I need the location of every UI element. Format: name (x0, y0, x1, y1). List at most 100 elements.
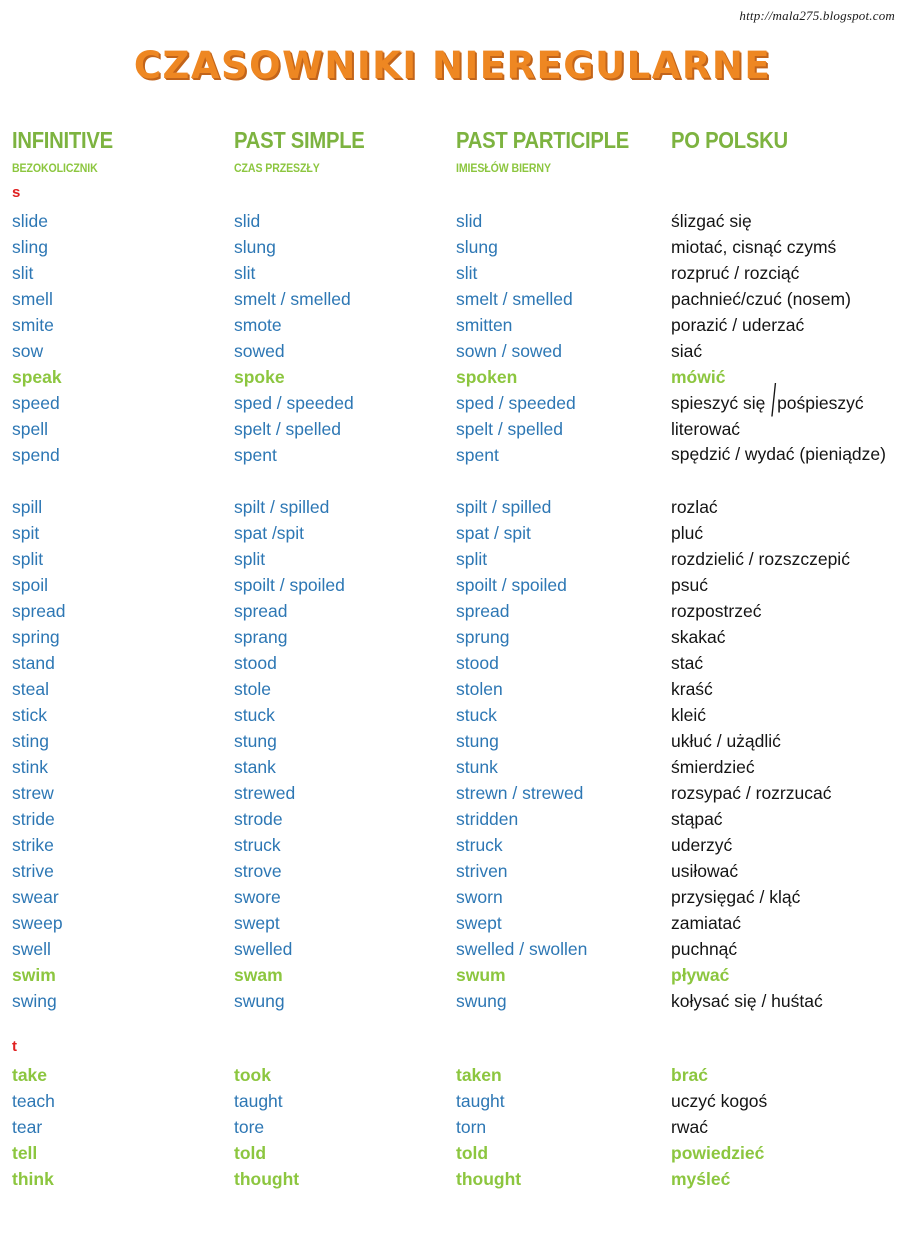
verb-translation: powiedzieć (671, 1143, 765, 1163)
verb-past-simple: spent (234, 445, 277, 465)
verb-infinitive: stride (12, 809, 55, 829)
section-letter-t: t (12, 1038, 17, 1055)
verb-infinitive: strew (12, 783, 54, 803)
table-row: swell swelled swelled / swollen puchnąć (0, 936, 905, 962)
verb-past-simple: taught (234, 1091, 283, 1111)
verb-translation: spędzić / wydać (pieniądze) (671, 444, 886, 464)
verb-infinitive: sting (12, 731, 49, 751)
table-row: strike struck struck uderzyć (0, 832, 905, 858)
verb-infinitive: think (12, 1169, 54, 1189)
verb-infinitive: swell (12, 939, 51, 959)
verb-past-participle: spent (456, 445, 499, 465)
verb-translation: stać (671, 653, 704, 673)
table-row: spit spat /spit spat / spit pluć (0, 520, 905, 546)
verb-translation: uczyć kogoś (671, 1091, 768, 1111)
verb-past-simple: told (234, 1143, 267, 1163)
column-header-past-simple: PAST SIMPLE CZAS PRZESZŁY (234, 128, 382, 175)
verb-translation: rozpostrzeć (671, 601, 762, 621)
column-header-infinitive-label: INFINITIVE (12, 127, 113, 153)
verb-translation: usiłować (671, 861, 739, 881)
table-row: teach taught taught uczyć kogoś (0, 1088, 905, 1114)
table-row: stink stank stunk śmierdzieć (0, 754, 905, 780)
verb-past-simple: stood (234, 653, 277, 673)
verb-infinitive: strive (12, 861, 54, 881)
verb-past-participle: striven (456, 861, 508, 881)
verb-past-simple: slung (234, 237, 276, 257)
verb-translation: psuć (671, 575, 708, 595)
table-row: sow sowed sown / sowed siać (0, 338, 905, 364)
verb-translation: ślizgać się (671, 211, 752, 231)
verb-past-participle: slid (456, 211, 483, 231)
column-header-po-polsku-label: PO POLSKU (671, 127, 788, 153)
verb-past-participle: taught (456, 1091, 505, 1111)
verb-past-participle: swept (456, 913, 502, 933)
verb-infinitive: speak (12, 367, 62, 387)
verb-translation: literować (671, 419, 741, 439)
verb-past-simple: took (234, 1065, 271, 1085)
verb-translation: kraść (671, 679, 713, 699)
table-row: swear swore sworn przysięgać / kląć (0, 884, 905, 910)
verb-infinitive: sling (12, 237, 48, 257)
verb-past-participle: strewn / strewed (456, 783, 584, 803)
verb-infinitive: stink (12, 757, 48, 777)
verb-past-participle: sped / speeded (456, 393, 576, 413)
table-row: spring sprang sprung skakać (0, 624, 905, 650)
verb-past-simple: struck (234, 835, 281, 855)
verb-infinitive: smite (12, 315, 54, 335)
verb-past-simple: stole (234, 679, 271, 699)
verb-translation: pływać (671, 965, 730, 985)
table-row: tell told told powiedzieć (0, 1140, 905, 1166)
verb-past-simple: split (234, 549, 266, 569)
section-letter-s: s (12, 184, 21, 201)
verb-translation: rwać (671, 1117, 708, 1137)
verb-past-simple: swung (234, 991, 285, 1011)
verb-past-participle: slit (456, 263, 478, 283)
verb-infinitive: take (12, 1065, 48, 1085)
verb-infinitive: tear (12, 1117, 43, 1137)
verb-translation: brać (671, 1065, 708, 1085)
column-header-past-participle-sublabel: IMIESŁÓW BIERNY (456, 161, 551, 176)
verb-past-simple: strove (234, 861, 282, 881)
verb-past-simple: strode (234, 809, 283, 829)
verb-past-participle: spoilt / spoiled (456, 575, 567, 595)
verb-translation: rozdzielić / rozszczepić (671, 549, 850, 569)
table-row: sling slung slung miotać, cisnąć czymś (0, 234, 905, 260)
table-row: spend spent spent spędzić / wydać (pieniądz… (0, 442, 905, 494)
verb-translation: myśleć (671, 1169, 731, 1189)
verb-infinitive: tell (12, 1143, 38, 1163)
verb-past-participle: split (456, 549, 488, 569)
verb-past-participle: spoken (456, 367, 518, 387)
table-row: strew strewed strewn / strewed rozsypać / r… (0, 780, 905, 806)
verb-translation: przysięgać / kląć (671, 887, 801, 907)
page-title: CZASOWNIKI NIEREGULARNE (133, 44, 772, 87)
verb-infinitive: spit (12, 523, 40, 543)
verb-past-participle: swum (456, 965, 506, 985)
table-row: smite smote smitten porazić / uderzać (0, 312, 905, 338)
verb-past-simple: swept (234, 913, 280, 933)
verb-translation: kleić (671, 705, 707, 725)
table-row: speed sped / speeded sped / speeded spieszy… (0, 374, 905, 426)
verb-past-simple: strewed (234, 783, 296, 803)
verb-translation: śmierdzieć (671, 757, 755, 777)
column-headers: INFINITIVE BEZOKOLICZNIK PAST SIMPLE CZA… (0, 128, 905, 178)
table-row: swing swung swung kołysać się / huśtać (0, 988, 905, 1014)
verb-past-participle: stolen (456, 679, 503, 699)
verb-past-participle: stood (456, 653, 499, 673)
verb-past-participle: sworn (456, 887, 503, 907)
table-row: steal stole stolen kraść (0, 676, 905, 702)
verb-past-participle: told (456, 1143, 489, 1163)
verb-past-simple: spilt / spilled (234, 497, 330, 517)
verb-infinitive: swing (12, 991, 57, 1011)
verb-past-participle: smitten (456, 315, 513, 335)
table-row: slide slid slid ślizgać się (0, 208, 905, 234)
verb-past-participle: swelled / swollen (456, 939, 588, 959)
verb-infinitive: teach (12, 1091, 55, 1111)
verb-past-participle: stuck (456, 705, 497, 725)
table-row: spill spilt / spilled spilt / spilled rozla… (0, 494, 905, 520)
verb-infinitive: spend (12, 445, 60, 465)
table-row: sting stung stung ukłuć / użądlić (0, 728, 905, 754)
column-header-po-polsku: PO POLSKU (671, 128, 804, 161)
verb-past-participle: torn (456, 1117, 487, 1137)
table-row: take took taken brać (0, 1062, 905, 1088)
verb-translation: spieszyć się /pośpieszyć (671, 374, 864, 426)
